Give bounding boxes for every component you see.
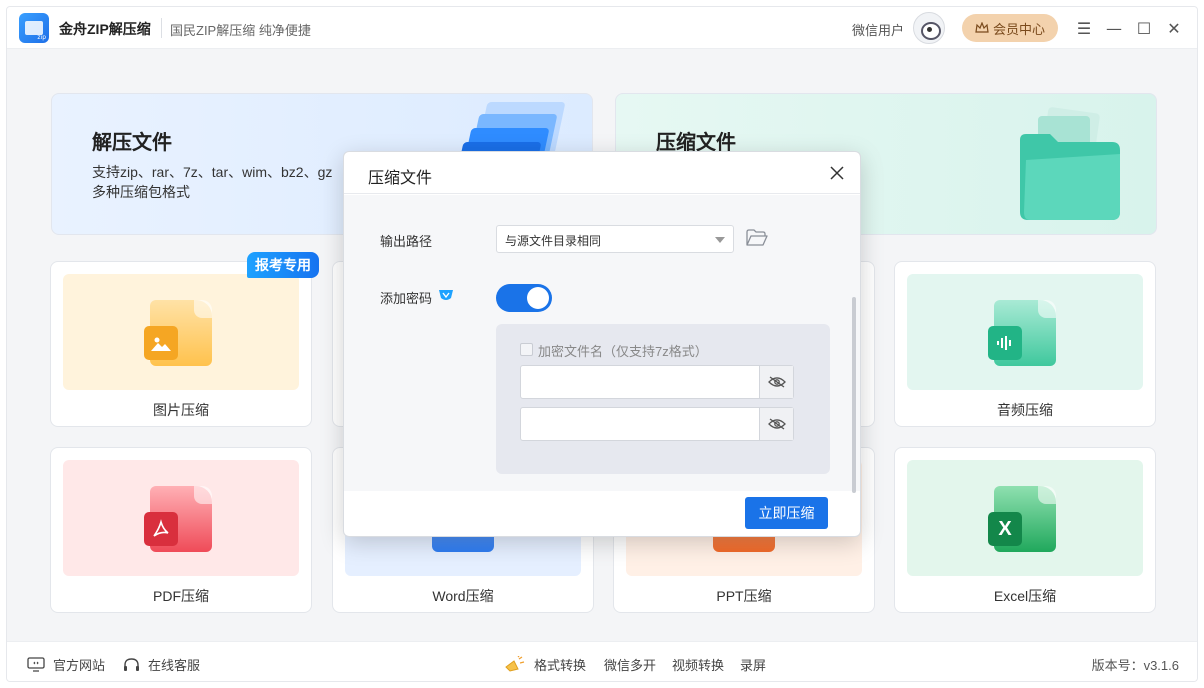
excel-compress-card[interactable]: X Excel压缩 [894,447,1156,613]
audio-compress-card[interactable]: 音频压缩 [894,261,1156,427]
title-divider [161,18,162,38]
confirm-visibility-toggle[interactable] [759,408,793,440]
unzip-card-desc-line2: 多种压缩包格式 [92,184,190,200]
password-panel: 加密文件名（仅支持7z格式） [496,324,830,474]
screen-record-label: 录屏 [740,658,767,673]
website-link[interactable]: 官方网站 [27,655,105,674]
add-password-label: 添加密码 [380,291,433,306]
screen-record-link[interactable]: 录屏 [740,655,766,674]
minimize-button[interactable]: — [1103,17,1125,39]
unzip-card-title: 解压文件 [92,132,172,154]
menu-icon[interactable]: ☰ [1073,17,1095,39]
service-link[interactable]: 在线客服 [123,655,200,674]
zip-folder-illustration-icon [1020,107,1120,220]
app-slogan: 国民ZIP解压缩 纯净便捷 [170,23,311,38]
pdf-compress-art [63,460,299,576]
excel-compress-label: Excel压缩 [993,588,1057,604]
output-path-label: 输出路径 [380,234,433,249]
ppt-compress-label: PPT压缩 [716,588,772,604]
pdf-compress-card[interactable]: PDF压缩 [50,447,312,613]
vip-center-button[interactable]: 会员中心 [962,14,1058,42]
wechat-multi-label: 微信多开 [604,658,657,673]
megaphone-icon [505,655,525,672]
compress-now-button[interactable]: 立即压缩 [745,497,828,529]
toggle-knob [527,287,549,309]
avatar[interactable] [913,12,945,44]
compress-dialog: 压缩文件 输出路径 与源文件目录相同 添加密码 加密文件名（仅支持7z格式） 立… [343,151,861,537]
version-text: 版本号：v3.1.6 [1091,658,1179,673]
format-convert-link[interactable]: 格式转换 [504,655,586,674]
audio-compress-label: 音频压缩 [997,402,1053,418]
app-logo-icon [19,13,49,43]
video-convert-link[interactable]: 视频转换 [672,655,724,674]
dialog-scrollbar[interactable] [852,297,856,493]
eye-off-icon [767,376,786,388]
dialog-close-button[interactable] [826,162,848,184]
image-file-icon [144,300,212,366]
vip-center-label: 会员中心 [992,21,1045,37]
unzip-card-desc: 支持zip、rar、7z、tar、wim、bz2、gz 多种压缩包格式 [92,162,352,202]
dialog-body: 输出路径 与源文件目录相同 添加密码 加密文件名（仅支持7z格式） [344,195,860,491]
pdf-compress-label: PDF压缩 [153,588,209,604]
encrypt-filename-label: 加密文件名（仅支持7z格式） [538,344,708,359]
close-icon [830,166,844,180]
website-label: 官方网站 [53,658,106,673]
title-bar: 金舟ZIP解压缩 国民ZIP解压缩 纯净便捷 微信用户 会员中心 ☰ — ☐ ✕ [7,7,1197,49]
user-name[interactable]: 微信用户 [852,20,904,39]
confirm-password-field [520,407,794,441]
pdf-file-icon [144,486,212,552]
crown-icon [975,22,989,33]
footer-bar: 官方网站 在线客服 格式转换 微信多开 视频转换 录屏 版本号：v3.1.6 [7,641,1197,681]
excel-file-icon: X [988,486,1056,552]
image-compress-label: 图片压缩 [153,402,209,418]
word-compress-label: Word压缩 [432,588,494,604]
dialog-header: 压缩文件 [344,152,860,194]
eye-off-icon [767,418,786,430]
monitor-icon [27,657,45,672]
exam-badge: 报考专用 [247,252,319,278]
vip-diamond-icon [439,290,453,300]
image-compress-card[interactable]: 图片压缩 [50,261,312,427]
format-convert-label: 格式转换 [534,658,587,673]
output-path-value: 与源文件目录相同 [505,234,602,248]
close-window-button[interactable]: ✕ [1163,17,1185,39]
maximize-button[interactable]: ☐ [1133,17,1155,39]
unzip-card-desc-line1: 支持zip、rar、7z、tar、wim、bz2、gz [92,164,333,180]
password-input[interactable] [521,366,761,398]
video-convert-label: 视频转换 [672,658,725,673]
audio-file-icon [988,300,1056,366]
output-path-select[interactable]: 与源文件目录相同 [496,225,734,253]
service-label: 在线客服 [148,658,201,673]
dialog-title: 压缩文件 [368,170,433,187]
excel-compress-art: X [907,460,1143,576]
password-toggle[interactable] [496,284,552,312]
password-visibility-toggle[interactable] [759,366,793,398]
password-field [520,365,794,399]
audio-compress-art [907,274,1143,390]
app-title: 金舟ZIP解压缩 [59,21,151,37]
chevron-down-icon [715,237,725,243]
encrypt-filename-checkbox[interactable] [520,343,533,356]
image-compress-art [63,274,299,390]
headset-icon [124,657,139,671]
wechat-multi-link[interactable]: 微信多开 [604,655,656,674]
excel-glyph: X [988,512,1022,546]
confirm-password-input[interactable] [521,408,761,440]
folder-open-icon[interactable] [746,229,768,247]
